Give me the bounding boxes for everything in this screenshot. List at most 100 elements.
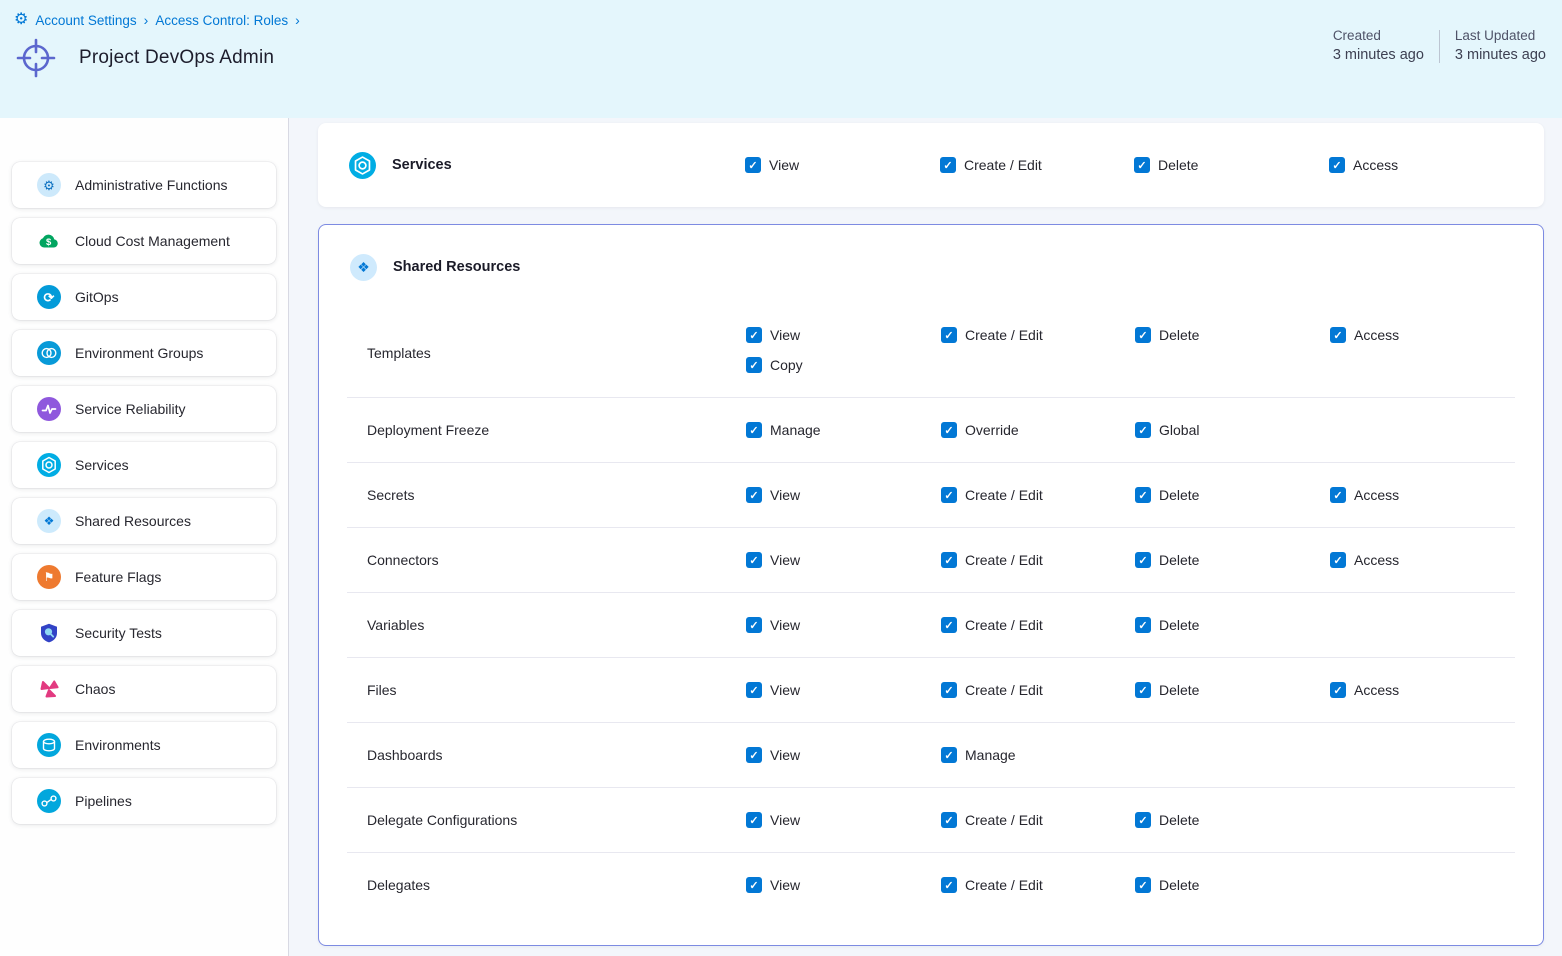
permission-label: Create / Edit [965,682,1043,698]
delegates-delete-checkbox[interactable]: Delete [1135,877,1330,893]
checkbox-checked-icon[interactable] [1135,877,1151,893]
permission-label: Delete [1159,552,1199,568]
checkbox-checked-icon[interactable] [1135,552,1151,568]
checkbox-checked-icon[interactable] [746,617,762,633]
secrets-view-checkbox[interactable]: View [746,487,941,503]
environment-groups-icon [37,341,61,365]
sidebar-item-services[interactable]: Services [12,442,276,488]
sidebar-item-label: Feature Flags [75,569,161,585]
permission-label: Create / Edit [965,487,1043,503]
checkbox-checked-icon[interactable] [746,812,762,828]
row-label: Templates [367,345,746,361]
sidebar-item-gitops[interactable]: ⟳ GitOps [12,274,276,320]
checkbox-checked-icon[interactable] [1135,327,1151,343]
connectors-create-edit-checkbox[interactable]: Create / Edit [941,552,1135,568]
permission-label: Access [1354,552,1399,568]
breadcrumb-account-settings[interactable]: Account Settings [35,13,136,28]
checkbox-checked-icon[interactable] [1135,487,1151,503]
checkbox-checked-icon[interactable] [941,617,957,633]
templates-copy-checkbox[interactable]: Copy [746,357,941,373]
delegates-view-checkbox[interactable]: View [746,877,941,893]
checkbox-checked-icon[interactable] [746,487,762,503]
sidebar-item-shared-resources[interactable]: ❖ Shared Resources [12,498,276,544]
checkbox-checked-icon[interactable] [1329,157,1345,173]
sidebar-item-security-tests[interactable]: Security Tests [12,610,276,656]
checkbox-checked-icon[interactable] [746,422,762,438]
files-view-checkbox[interactable]: View [746,682,941,698]
permission-label: Access [1353,157,1398,173]
connectors-view-checkbox[interactable]: View [746,552,941,568]
shared-resources-diamond-icon: ❖ [350,254,377,281]
dashboards-view-checkbox[interactable]: View [746,747,941,763]
checkbox-checked-icon[interactable] [1134,157,1150,173]
deployment-freeze-global-checkbox[interactable]: Global [1135,422,1330,438]
delegate-configurations-create-edit-checkbox[interactable]: Create / Edit [941,812,1135,828]
checkbox-checked-icon[interactable] [746,357,762,373]
checkbox-checked-icon[interactable] [941,812,957,828]
checkbox-checked-icon[interactable] [1135,422,1151,438]
dashboards-manage-checkbox[interactable]: Manage [941,747,1135,763]
files-create-edit-checkbox[interactable]: Create / Edit [941,682,1135,698]
sidebar-item-chaos[interactable]: Chaos [12,666,276,712]
checkbox-checked-icon[interactable] [941,327,957,343]
checkbox-checked-icon[interactable] [746,552,762,568]
checkbox-checked-icon[interactable] [1330,487,1346,503]
delegate-configurations-delete-checkbox[interactable]: Delete [1135,812,1330,828]
services-access-checkbox[interactable]: Access [1329,157,1544,173]
variables-view-checkbox[interactable]: View [746,617,941,633]
breadcrumb-access-control-roles[interactable]: Access Control: Roles [155,13,288,28]
shared-resources-section-header: ❖ Shared Resources [319,225,1543,309]
checkbox-checked-icon[interactable] [1135,682,1151,698]
templates-delete-checkbox[interactable]: Delete [1135,327,1330,343]
variables-create-edit-checkbox[interactable]: Create / Edit [941,617,1135,633]
templates-view-checkbox[interactable]: View [746,327,941,343]
checkbox-checked-icon[interactable] [941,422,957,438]
checkbox-checked-icon[interactable] [941,682,957,698]
role-details-page: ⚙ Account Settings › Access Control: Rol… [0,0,1562,956]
sidebar-item-cloud-cost-management[interactable]: $ Cloud Cost Management [12,218,276,264]
checkbox-checked-icon[interactable] [746,682,762,698]
templates-access-checkbox[interactable]: Access [1330,327,1515,343]
checkbox-checked-icon[interactable] [1135,812,1151,828]
deployment-freeze-override-checkbox[interactable]: Override [941,422,1135,438]
secrets-delete-checkbox[interactable]: Delete [1135,487,1330,503]
checkbox-checked-icon[interactable] [746,327,762,343]
connectors-delete-checkbox[interactable]: Delete [1135,552,1330,568]
files-access-checkbox[interactable]: Access [1330,682,1515,698]
checkbox-checked-icon[interactable] [941,487,957,503]
delegate-configurations-view-checkbox[interactable]: View [746,812,941,828]
checkbox-checked-icon[interactable] [745,157,761,173]
checkbox-checked-icon[interactable] [940,157,956,173]
title-row: Project DevOps Admin [14,36,1546,80]
connectors-access-checkbox[interactable]: Access [1330,552,1515,568]
checkbox-checked-icon[interactable] [746,747,762,763]
checkbox-checked-icon[interactable] [941,747,957,763]
files-delete-checkbox[interactable]: Delete [1135,682,1330,698]
sidebar-item-service-reliability[interactable]: Service Reliability [12,386,276,432]
sidebar-item-environments[interactable]: Environments [12,722,276,768]
sidebar-item-environment-groups[interactable]: Environment Groups [12,330,276,376]
cloud-dollar-icon: $ [37,229,61,253]
templates-create-edit-checkbox[interactable]: Create / Edit [941,327,1135,343]
checkbox-checked-icon[interactable] [1330,682,1346,698]
checkbox-checked-icon[interactable] [1135,617,1151,633]
checkbox-checked-icon[interactable] [746,877,762,893]
sidebar-item-label: Environments [75,737,161,753]
last-updated-value: 3 minutes ago [1455,47,1546,63]
services-create-edit-checkbox[interactable]: Create / Edit [940,157,1134,173]
sidebar-item-administrative-functions[interactable]: ⚙ Administrative Functions [12,162,276,208]
sidebar-item-pipelines[interactable]: Pipelines [12,778,276,824]
services-view-checkbox[interactable]: View [745,157,940,173]
variables-delete-checkbox[interactable]: Delete [1135,617,1330,633]
sidebar-item-feature-flags[interactable]: ⚑ Feature Flags [12,554,276,600]
secrets-access-checkbox[interactable]: Access [1330,487,1515,503]
services-delete-checkbox[interactable]: Delete [1134,157,1329,173]
delegates-create-edit-checkbox[interactable]: Create / Edit [941,877,1135,893]
services-permissions-card: Services View Create / Edit Delete Acces… [318,123,1544,207]
checkbox-checked-icon[interactable] [1330,552,1346,568]
checkbox-checked-icon[interactable] [1330,327,1346,343]
deployment-freeze-manage-checkbox[interactable]: Manage [746,422,941,438]
secrets-create-edit-checkbox[interactable]: Create / Edit [941,487,1135,503]
checkbox-checked-icon[interactable] [941,552,957,568]
checkbox-checked-icon[interactable] [941,877,957,893]
